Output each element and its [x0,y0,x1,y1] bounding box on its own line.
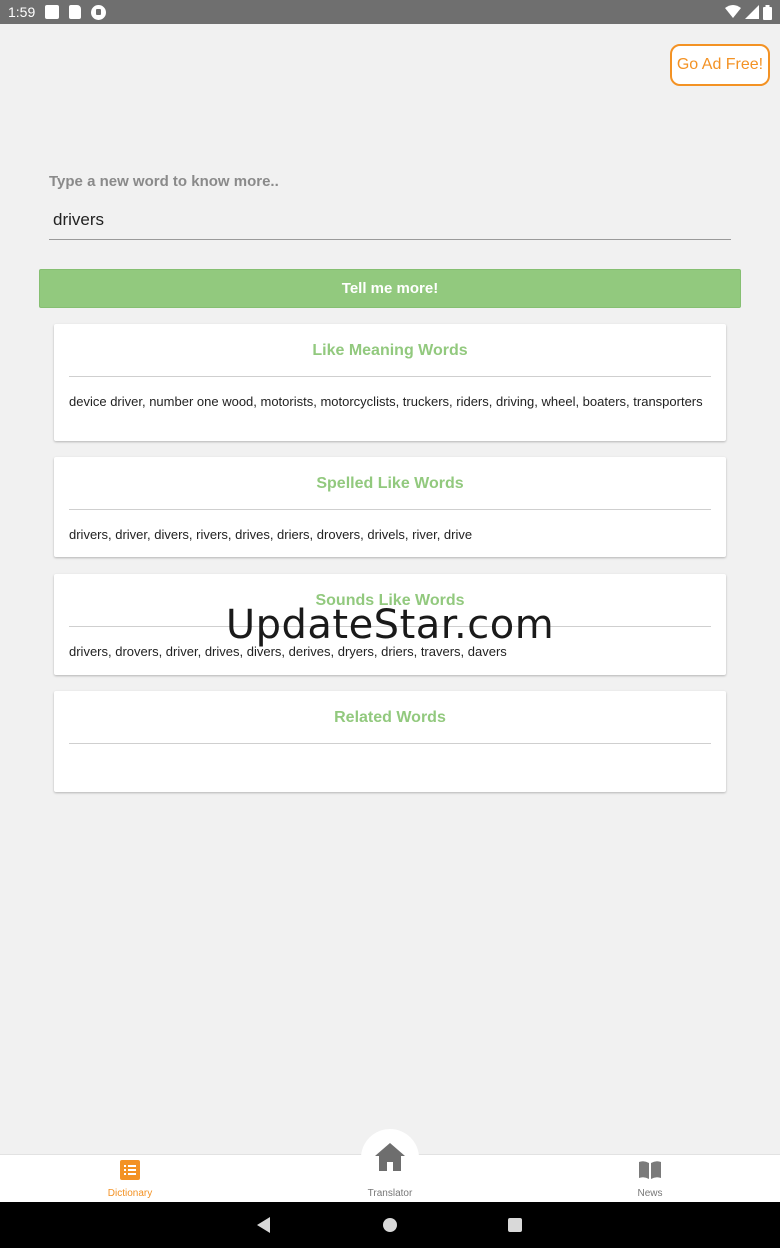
nav-news-label: News [637,1188,663,1199]
home-circle-icon[interactable] [382,1217,398,1233]
spelled-like-card: Spelled Like Words drivers, driver, dive… [54,457,726,557]
nav-dictionary[interactable]: Dictionary [70,1155,190,1203]
book-icon [639,1161,661,1179]
list-icon [120,1160,140,1180]
status-time: 1:59 [8,4,36,20]
divider [69,743,711,744]
section-title: Like Meaning Words [312,342,468,359]
battery-icon [763,4,772,20]
word-input[interactable] [49,200,731,240]
notification-icon [45,5,60,19]
wifi-icon [725,5,741,18]
system-nav-bar [0,1202,780,1248]
divider [69,509,711,510]
sd-card-icon [69,5,82,19]
tell-me-more-button[interactable]: Tell me more! [39,269,741,308]
related-words-card: Related Words [54,691,726,792]
nav-translator-label: Translator [367,1188,413,1199]
nav-news[interactable]: News [590,1155,710,1203]
home-icon [375,1143,405,1171]
watermark: UpdateStar.com [225,602,555,648]
signal-icon [745,5,759,19]
nav-dictionary-label: Dictionary [107,1188,153,1199]
go-ad-free-button[interactable]: Go Ad Free! [670,44,770,86]
back-icon[interactable] [256,1217,272,1233]
section-body: device driver, number one wood, motorist… [69,394,703,409]
like-meaning-card: Like Meaning Words device driver, number… [54,324,726,441]
divider [69,376,711,377]
app-notification-icon [91,4,107,20]
nav-translator[interactable]: Translator [330,1129,450,1203]
section-title: Related Words [334,709,446,726]
status-bar: 1:59 [0,0,780,24]
section-body: drivers, driver, divers, rivers, drives,… [69,527,473,542]
recents-icon[interactable] [507,1217,523,1233]
bottom-nav: Dictionary Translator News [0,1129,780,1203]
search-label: Type a new word to know more.. [49,173,279,190]
section-title: Spelled Like Words [316,475,464,492]
